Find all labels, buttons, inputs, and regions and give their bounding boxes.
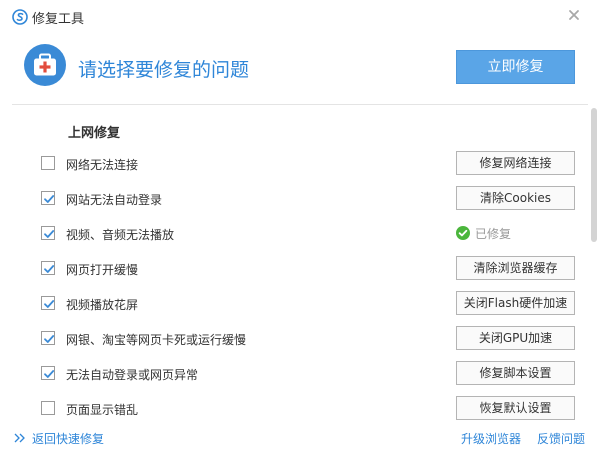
repair-script-settings-button[interactable]: 修复脚本设置 [456,361,575,385]
header-divider [12,104,588,105]
window-title: 修复工具 [32,12,85,27]
row-checkbox[interactable] [41,401,55,415]
header: 请选择要修复的问题 立即修复 [0,32,600,104]
checkmark-icon [44,370,55,378]
repair-network-button[interactable]: 修复网络连接 [456,151,575,175]
fix-now-button[interactable]: 立即修复 [456,50,575,84]
disable-flash-hw-accel-button[interactable]: 关闭Flash硬件加速 [456,291,575,315]
row-label: 网络无法连接 [66,158,139,172]
section-title: 上网修复 [68,126,121,141]
row-label: 无法自动登录或网页异常 [66,368,199,382]
clear-cookies-button[interactable]: 清除Cookies [456,186,575,210]
row-label: 视频播放花屏 [66,298,139,312]
close-icon[interactable] [565,6,583,24]
row-checkbox[interactable] [41,296,55,310]
row-checkbox[interactable] [41,261,55,275]
browser-logo-icon [12,9,28,25]
row-label: 视频、音频无法播放 [66,228,175,242]
row-checkbox[interactable] [41,191,55,205]
checkmark-icon [44,265,55,273]
disable-gpu-accel-button[interactable]: 关闭GPU加速 [456,326,575,350]
back-to-quick-repair-label: 返回快速修复 [32,432,105,446]
checkmark-icon [44,335,55,343]
page-title: 请选择要修复的问题 [78,59,250,81]
clear-browser-cache-button[interactable]: 清除浏览器缓存 [456,256,575,280]
row-checkbox[interactable] [41,156,55,170]
first-aid-kit-icon [24,44,66,86]
double-chevron-right-icon [14,433,25,443]
row-checkbox[interactable] [41,366,55,380]
row-label: 网页打开缓慢 [66,263,139,277]
restore-defaults-button[interactable]: 恢复默认设置 [456,396,575,420]
scrollbar-thumb[interactable] [591,108,597,242]
row-label: 网站无法自动登录 [66,193,163,207]
title-bar: 修复工具 [0,0,600,32]
success-icon [456,226,470,240]
checkmark-icon [44,230,55,238]
row-checkbox[interactable] [41,226,55,240]
fixed-status-label: 已修复 [475,227,512,241]
row-label: 页面显示错乱 [66,403,139,417]
checkmark-icon [44,300,55,308]
checkmark-icon [44,195,55,203]
row-checkbox[interactable] [41,331,55,345]
upgrade-browser-link[interactable]: 升级浏览器 [461,430,521,447]
scrollbar[interactable] [590,106,598,424]
feedback-link[interactable]: 反馈问题 [537,430,585,447]
row-label: 网银、淘宝等网页卡死或运行缓慢 [66,333,247,347]
